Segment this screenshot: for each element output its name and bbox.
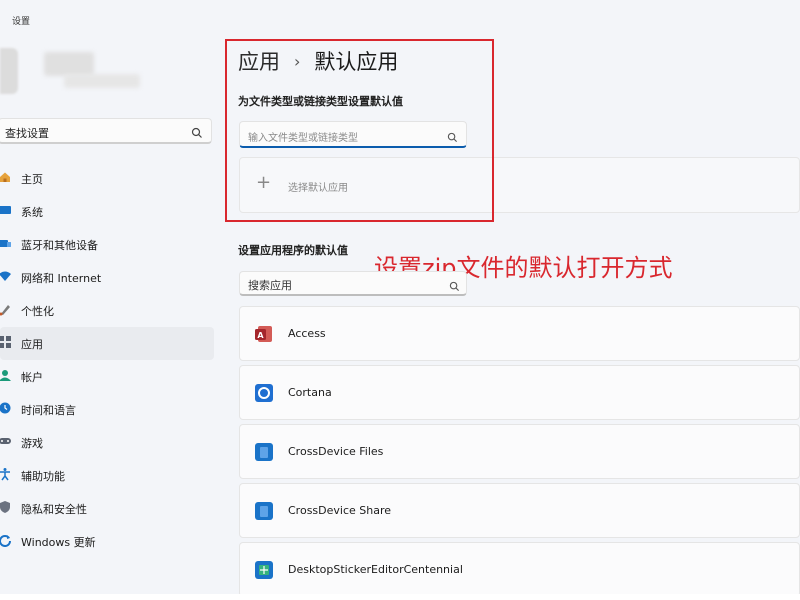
app-row-desktop-sticker-editor[interactable]: DesktopStickerEditorCentennial <box>239 542 800 597</box>
sidebar-item-bluetooth[interactable]: 蓝牙和其他设备 <box>0 228 214 261</box>
system-icon <box>0 203 12 217</box>
sidebar-item-account[interactable]: 帐户 <box>0 360 214 393</box>
sidebar-item-label: 蓝牙和其他设备 <box>21 239 98 252</box>
avatar[interactable] <box>0 48 18 94</box>
sidebar-item-personalization[interactable]: 个性化 <box>0 294 214 327</box>
sidebar-item-label: 系统 <box>21 206 43 219</box>
window-title: 设置 <box>12 17 31 27</box>
app-row-cortana[interactable]: Cortana <box>239 365 800 420</box>
highlight-box <box>225 39 494 222</box>
privacy-shield-icon <box>0 500 12 514</box>
sidebar-item-time-language[interactable]: 时间和语言 <box>0 393 214 426</box>
network-icon <box>0 269 12 283</box>
sidebar-nav: 主页 系统 蓝牙和其他设备 网络和 Internet 个性化 应用 帐户 时间和… <box>0 162 214 558</box>
svg-text:A: A <box>257 331 264 340</box>
apps-section-title: 设置应用程序的默认值 <box>238 244 348 257</box>
home-icon <box>0 170 12 184</box>
gaming-icon <box>0 434 12 448</box>
app-row-access[interactable]: A Access <box>239 306 800 361</box>
sidebar-item-label: 主页 <box>21 173 43 186</box>
sidebar-item-home[interactable]: 主页 <box>0 162 214 195</box>
sidebar-item-label: 隐私和安全性 <box>21 503 87 516</box>
settings-search-value: 查找设置 <box>5 127 49 140</box>
sidebar-item-label: 辅助功能 <box>21 470 65 483</box>
app-search-input[interactable]: 搜索应用 <box>239 271 467 296</box>
sidebar-item-apps[interactable]: 应用 <box>0 327 214 360</box>
sidebar-item-label: Windows 更新 <box>21 536 96 549</box>
sticker-editor-icon <box>254 560 274 580</box>
sidebar-item-system[interactable]: 系统 <box>0 195 214 228</box>
sidebar-item-label: 网络和 Internet <box>21 272 102 285</box>
account-email-blurred <box>64 74 140 88</box>
bluetooth-icon <box>0 236 12 250</box>
accessibility-icon <box>0 467 12 481</box>
sidebar-item-label: 个性化 <box>21 305 54 318</box>
app-row-crossdevice-share[interactable]: CrossDevice Share <box>239 483 800 538</box>
sidebar-item-label: 应用 <box>21 338 43 351</box>
sidebar-item-windows-update[interactable]: Windows 更新 <box>0 525 214 558</box>
sidebar-item-label: 时间和语言 <box>21 404 76 417</box>
windows-update-icon <box>0 533 12 547</box>
cortana-icon <box>254 383 274 403</box>
app-row-crossdevice-files[interactable]: CrossDevice Files <box>239 424 800 479</box>
apps-icon <box>0 335 12 349</box>
account-icon <box>0 368 12 382</box>
account-name-blurred <box>44 52 94 76</box>
access-icon: A <box>254 324 274 344</box>
search-icon[interactable] <box>191 124 203 143</box>
app-name: CrossDevice Share <box>288 504 392 517</box>
sidebar-item-accessibility[interactable]: 辅助功能 <box>0 459 214 492</box>
app-list: A Access Cortana CrossDevice Files Cross… <box>239 306 800 600</box>
settings-search-input[interactable]: 查找设置 <box>0 118 212 144</box>
app-name: Cortana <box>288 386 332 399</box>
personalization-icon <box>0 302 12 316</box>
app-name: CrossDevice Files <box>288 445 384 458</box>
sidebar-item-privacy[interactable]: 隐私和安全性 <box>0 492 214 525</box>
app-name: Access <box>288 327 326 340</box>
crossdevice-files-icon <box>254 442 274 462</box>
sidebar-item-label: 帐户 <box>21 371 43 384</box>
sidebar-item-label: 游戏 <box>21 437 43 450</box>
sidebar-item-network[interactable]: 网络和 Internet <box>0 261 214 294</box>
app-name: DesktopStickerEditorCentennial <box>288 563 463 576</box>
sidebar-item-gaming[interactable]: 游戏 <box>0 426 214 459</box>
bottom-strip <box>0 594 800 600</box>
crossdevice-share-icon <box>254 501 274 521</box>
app-search-placeholder: 搜索应用 <box>248 279 292 292</box>
time-language-icon <box>0 401 12 415</box>
search-icon[interactable] <box>449 277 460 296</box>
